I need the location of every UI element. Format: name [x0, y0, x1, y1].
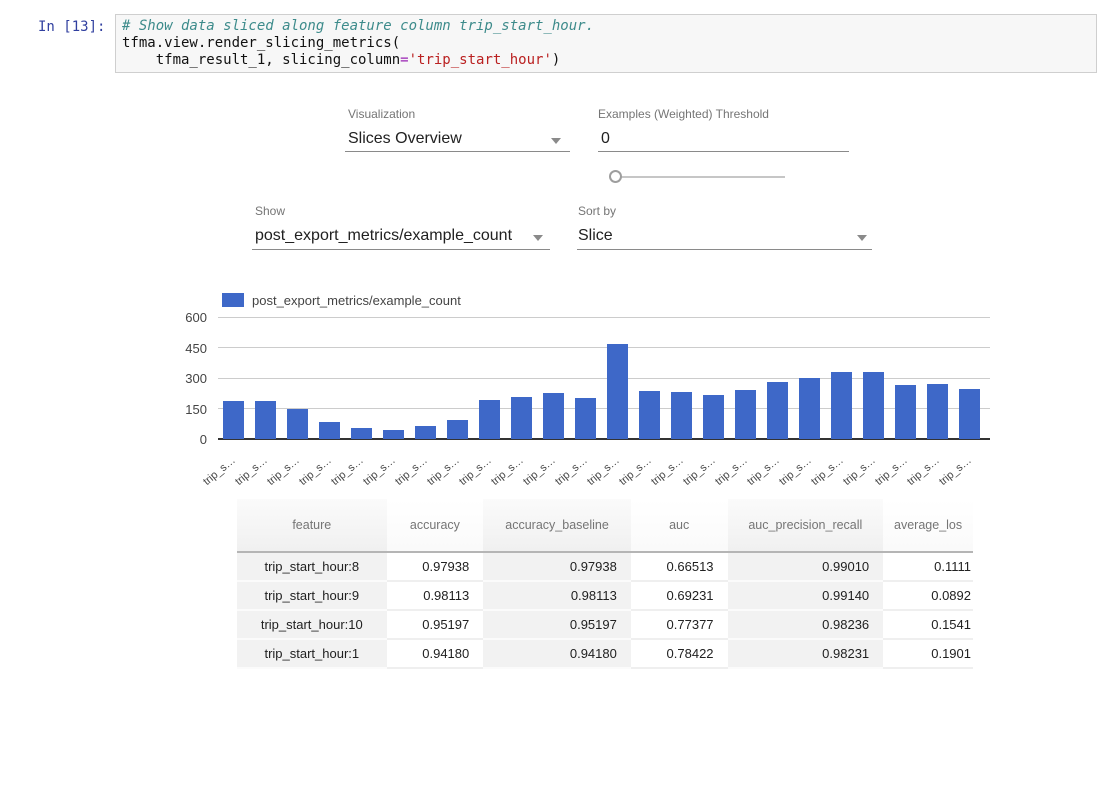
metric-cell: 0.66513: [631, 552, 728, 581]
visualization-dropdown-arrow-icon[interactable]: [551, 138, 561, 144]
show-label: Show: [255, 204, 285, 218]
y-tick-label: 0: [159, 432, 207, 447]
metric-cell: 0.95197: [483, 610, 631, 639]
metric-cell: 0.99140: [728, 581, 884, 610]
metric-cell: 0.99010: [728, 552, 884, 581]
code-comment: # Show data sliced along feature column …: [122, 18, 594, 34]
sort-by-underline: [577, 249, 872, 250]
metric-cell: 0.98113: [387, 581, 484, 610]
metric-cell: 0.1901: [883, 639, 973, 668]
cell-prompt: In [13]:: [38, 19, 108, 36]
code-input-area[interactable]: # Show data sliced along feature column …: [115, 14, 1097, 73]
metric-cell: 0.77377: [631, 610, 728, 639]
show-dropdown-arrow-icon[interactable]: [533, 235, 543, 241]
column-header[interactable]: auc_precision_recall: [728, 499, 884, 552]
metric-cell: 0.95197: [387, 610, 484, 639]
bar[interactable]: [671, 392, 692, 439]
metric-cell: 0.0892: [883, 581, 973, 610]
bar[interactable]: [767, 382, 788, 439]
bar[interactable]: [831, 372, 852, 439]
metric-cell: 0.97938: [387, 552, 484, 581]
column-header[interactable]: average_los: [883, 499, 973, 552]
bar[interactable]: [703, 395, 724, 439]
metric-cell: 0.98113: [483, 581, 631, 610]
feature-cell: trip_start_hour:10: [237, 610, 387, 639]
bar[interactable]: [383, 430, 404, 439]
metric-cell: 0.1111: [883, 552, 973, 581]
bar[interactable]: [287, 409, 308, 439]
show-underline: [252, 249, 550, 250]
threshold-slider-track[interactable]: [612, 176, 785, 178]
metric-cell: 0.78422: [631, 639, 728, 668]
column-header[interactable]: auc: [631, 499, 728, 552]
table-row: trip_start_hour:90.981130.981130.692310.…: [237, 581, 973, 610]
y-tick-label: 300: [159, 371, 207, 386]
y-tick-label: 150: [159, 402, 207, 417]
bar-chart-plot-area: trip_s…trip_s…trip_s…trip_s…trip_s…trip_…: [218, 317, 990, 439]
bar[interactable]: [959, 389, 980, 439]
bar[interactable]: [511, 397, 532, 439]
metric-cell: 0.97938: [483, 552, 631, 581]
sort-by-dropdown[interactable]: Slice: [578, 227, 613, 245]
gridline-600: [218, 317, 990, 318]
y-tick-label: 600: [159, 310, 207, 325]
code-line-3: tfma_result_1, slicing_column='trip_star…: [122, 52, 1090, 69]
bar[interactable]: [543, 393, 564, 439]
show-dropdown[interactable]: post_export_metrics/example_count: [255, 227, 512, 245]
visualization-dropdown[interactable]: Slices Overview: [348, 130, 462, 148]
code-line-1: # Show data sliced along feature column …: [122, 18, 1090, 35]
bar[interactable]: [319, 422, 340, 439]
bar[interactable]: [223, 401, 244, 439]
bar[interactable]: [447, 420, 468, 439]
feature-cell: trip_start_hour:9: [237, 581, 387, 610]
bar[interactable]: [575, 398, 596, 439]
metric-cell: 0.1541: [883, 610, 973, 639]
bar[interactable]: [863, 372, 884, 439]
column-header[interactable]: feature: [237, 499, 387, 552]
code-line-2: tfma.view.render_slicing_metrics(: [122, 35, 1090, 52]
metrics-table-container: featureaccuracyaccuracy_baselineaucauc_p…: [237, 499, 973, 799]
threshold-slider-handle[interactable]: [609, 170, 622, 183]
sort-by-dropdown-arrow-icon[interactable]: [857, 235, 867, 241]
legend-swatch: [222, 293, 244, 307]
column-header[interactable]: accuracy_baseline: [483, 499, 631, 552]
metrics-table: featureaccuracyaccuracy_baselineaucauc_p…: [237, 499, 973, 669]
metric-cell: 0.94180: [483, 639, 631, 668]
feature-cell: trip_start_hour:1: [237, 639, 387, 668]
bar[interactable]: [607, 344, 628, 439]
sort-by-label: Sort by: [578, 204, 616, 218]
visualization-underline: [345, 151, 570, 152]
gridline-450: [218, 347, 990, 348]
table-header-row: featureaccuracyaccuracy_baselineaucauc_p…: [237, 499, 973, 552]
metric-cell: 0.98231: [728, 639, 884, 668]
bar[interactable]: [735, 390, 756, 439]
bar[interactable]: [639, 391, 660, 439]
bar[interactable]: [415, 426, 436, 439]
bar[interactable]: [895, 385, 916, 439]
threshold-input[interactable]: 0: [601, 130, 610, 148]
legend-label: post_export_metrics/example_count: [252, 293, 461, 308]
metric-cell: 0.94180: [387, 639, 484, 668]
code-string-literal: 'trip_start_hour': [409, 52, 552, 68]
bar[interactable]: [255, 401, 276, 439]
table-row: trip_start_hour:100.951970.951970.773770…: [237, 610, 973, 639]
bar[interactable]: [927, 384, 948, 439]
table-row: trip_start_hour:80.979380.979380.665130.…: [237, 552, 973, 581]
y-tick-label: 450: [159, 341, 207, 356]
feature-cell: trip_start_hour:8: [237, 552, 387, 581]
metric-cell: 0.98236: [728, 610, 884, 639]
column-header[interactable]: accuracy: [387, 499, 484, 552]
bar[interactable]: [799, 378, 820, 439]
visualization-label: Visualization: [348, 107, 415, 121]
threshold-underline: [598, 151, 849, 152]
bar[interactable]: [351, 428, 372, 439]
table-row: trip_start_hour:10.941800.941800.784220.…: [237, 639, 973, 668]
threshold-label: Examples (Weighted) Threshold: [598, 107, 769, 121]
metric-cell: 0.69231: [631, 581, 728, 610]
bar[interactable]: [479, 400, 500, 439]
